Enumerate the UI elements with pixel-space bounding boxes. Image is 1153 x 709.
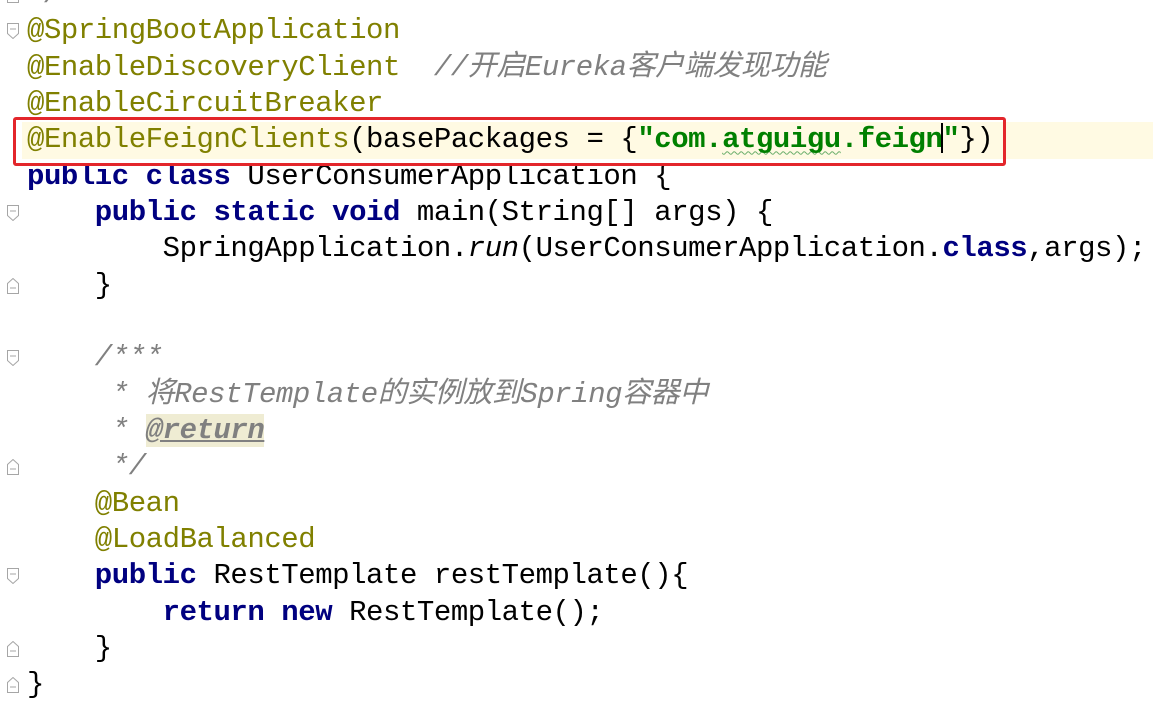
static-method-call-token[interactable]: run	[468, 232, 519, 265]
code-line[interactable]	[0, 304, 1153, 340]
code-line[interactable]: return new RestTemplate();	[0, 595, 1153, 631]
code-token[interactable]: }	[27, 632, 112, 665]
fold-end-icon[interactable]	[7, 0, 19, 3]
annotation-token[interactable]: @SpringBootApplication	[27, 14, 400, 47]
keyword-token[interactable]: public	[27, 559, 197, 592]
code-line[interactable]: @LoadBalanced	[0, 522, 1153, 558]
fold-end-icon[interactable]	[7, 640, 19, 657]
javadoc-tag-token[interactable]: @return	[145, 413, 265, 447]
code-line-text[interactable]: * 将RestTemplate的实例放到Spring容器中	[27, 377, 708, 413]
code-line-text[interactable]: return new RestTemplate();	[27, 595, 604, 631]
code-line-text[interactable]: }	[27, 667, 44, 703]
code-line-text[interactable]: */	[27, 0, 61, 13]
code-token[interactable]: ,args);	[1027, 232, 1146, 265]
code-token[interactable]: RestTemplate restTemplate(){	[197, 559, 688, 592]
code-token[interactable]: }	[27, 269, 112, 302]
doc-comment-token[interactable]: */	[27, 450, 146, 483]
code-line[interactable]: */	[0, 0, 1153, 13]
code-line-text[interactable]: */	[27, 449, 146, 485]
code-token[interactable]: RestTemplate();	[332, 596, 604, 629]
keyword-token[interactable]: public static void	[27, 196, 401, 229]
code-line[interactable]: }	[0, 631, 1153, 667]
fold-start-icon[interactable]	[7, 23, 19, 40]
code-line[interactable]: SpringApplication.run(UserConsumerApplic…	[0, 231, 1153, 267]
code-line-text[interactable]: public static void main(String[] args) {	[27, 195, 774, 231]
doc-comment-token[interactable]: /***	[27, 341, 163, 374]
code-editor[interactable]: */@SpringBootApplication@EnableDiscovery…	[0, 0, 1153, 709]
code-line-text[interactable]: public RestTemplate restTemplate(){	[27, 558, 689, 594]
code-line-text[interactable]: }	[27, 631, 112, 667]
code-line[interactable]: }	[0, 667, 1153, 703]
code-line[interactable]: * @return	[0, 413, 1153, 449]
code-line-text[interactable]: @Bean	[27, 486, 180, 522]
fold-end-icon[interactable]	[7, 277, 19, 294]
doc-comment-token[interactable]: * 将RestTemplate的实例放到Spring容器中	[27, 378, 708, 411]
code-lines: */@SpringBootApplication@EnableDiscovery…	[0, 0, 1153, 704]
keyword-token[interactable]: return new	[27, 596, 333, 629]
code-line[interactable]: @SpringBootApplication	[0, 13, 1153, 49]
annotation-token[interactable]: @Bean	[27, 487, 180, 520]
annotation-token[interactable]: @EnableCircuitBreaker	[27, 87, 383, 120]
code-token[interactable]: (UserConsumerApplication.	[519, 232, 943, 265]
code-line[interactable]: }	[0, 268, 1153, 304]
code-line[interactable]: * 将RestTemplate的实例放到Spring容器中	[0, 377, 1153, 413]
code-line-text[interactable]: }	[27, 268, 112, 304]
callout-box	[13, 117, 1006, 166]
doc-comment-token[interactable]: */	[27, 0, 61, 11]
code-line[interactable]: public static void main(String[] args) {	[0, 195, 1153, 231]
fold-end-icon[interactable]	[7, 677, 19, 694]
code-line[interactable]: /***	[0, 340, 1153, 376]
code-line[interactable]: @EnableDiscoveryClient //开启Eureka客户端发现功能	[0, 50, 1153, 86]
code-line-text[interactable]: * @return	[27, 413, 265, 449]
fold-start-icon[interactable]	[7, 568, 19, 585]
code-line-text[interactable]: /***	[27, 340, 163, 376]
fold-start-icon[interactable]	[7, 350, 19, 367]
code-line-text[interactable]: @LoadBalanced	[27, 522, 316, 558]
annotation-token[interactable]: @LoadBalanced	[27, 523, 316, 556]
code-line-text[interactable]: @SpringBootApplication	[27, 13, 400, 49]
fold-start-icon[interactable]	[7, 204, 19, 221]
code-token[interactable]: main(String[] args) {	[400, 196, 773, 229]
fold-end-icon[interactable]	[7, 459, 19, 476]
line-comment-token[interactable]: //开启Eureka客户端发现功能	[400, 51, 827, 84]
code-line[interactable]: @Bean	[0, 486, 1153, 522]
doc-comment-token[interactable]: *	[27, 414, 146, 447]
code-line[interactable]: */	[0, 449, 1153, 485]
code-line-text[interactable]: @EnableDiscoveryClient //开启Eureka客户端发现功能	[27, 50, 827, 86]
keyword-token[interactable]: class	[942, 232, 1027, 265]
code-line-text[interactable]: SpringApplication.run(UserConsumerApplic…	[27, 231, 1147, 267]
code-token[interactable]: SpringApplication.	[27, 232, 469, 265]
code-line[interactable]: public RestTemplate restTemplate(){	[0, 558, 1153, 594]
code-token[interactable]: }	[27, 668, 44, 701]
annotation-token[interactable]: @EnableDiscoveryClient	[27, 51, 400, 84]
